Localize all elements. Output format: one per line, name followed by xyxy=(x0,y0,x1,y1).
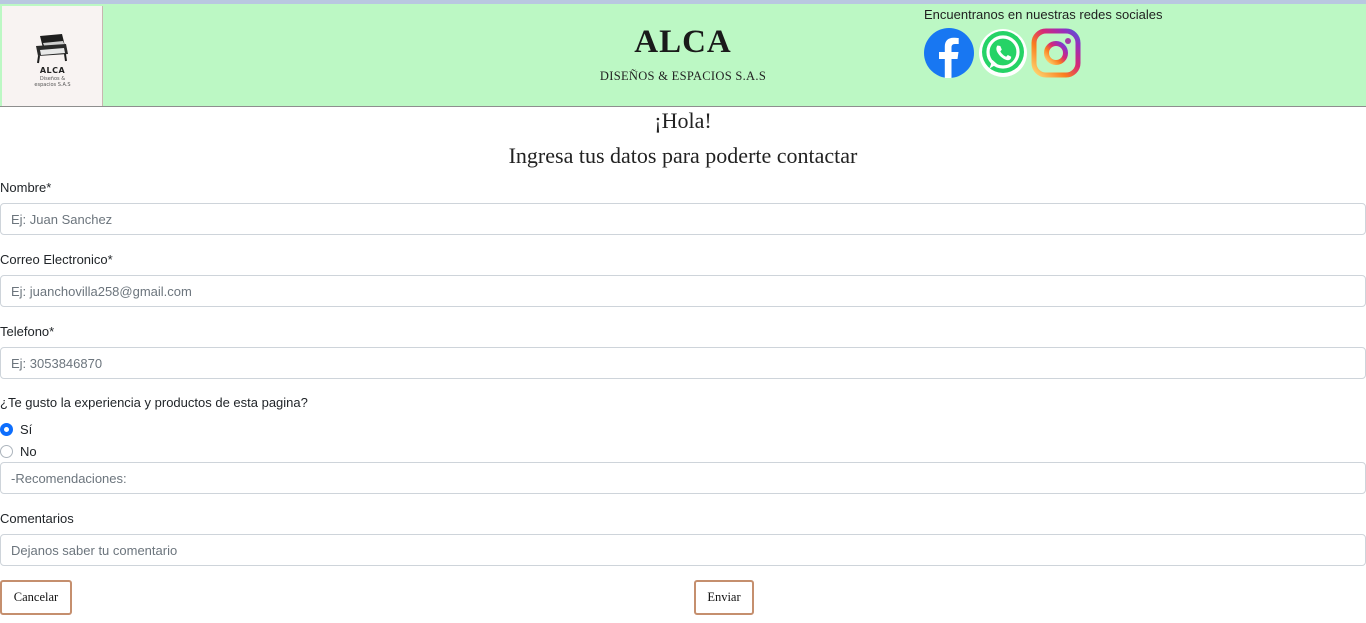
email-input[interactable] xyxy=(0,275,1366,307)
form-intro: Ingresa tus datos para poderte contactar xyxy=(508,143,858,168)
comments-label: Comentarios xyxy=(0,511,74,526)
facebook-icon[interactable] xyxy=(924,28,974,78)
brand-title: ALCA xyxy=(634,24,732,60)
instagram-icon[interactable] xyxy=(1031,28,1081,78)
experience-question: ¿Te gusto la experiencia y productos de … xyxy=(0,395,308,410)
armchair-icon xyxy=(36,34,68,64)
radio-yes[interactable] xyxy=(0,422,13,436)
phone-input[interactable] xyxy=(0,347,1366,379)
company-logo[interactable]: ALCA Diseños & espacios S.A.S xyxy=(2,6,103,106)
send-button[interactable]: Enviar xyxy=(694,580,754,615)
radio-option-yes[interactable]: Sí xyxy=(0,421,32,437)
recommendations-input[interactable] xyxy=(0,462,1366,494)
name-label: Nombre* xyxy=(0,180,52,195)
social-title: Encuentranos en nuestras redes sociales xyxy=(924,7,1163,22)
name-input[interactable] xyxy=(0,203,1366,235)
site-header: ALCA Diseños & espacios S.A.S ALCA DISEÑ… xyxy=(0,4,1366,107)
comments-input[interactable] xyxy=(0,534,1366,566)
brand-subtitle: DISEÑOS & ESPACIOS S.A.S xyxy=(599,69,767,83)
email-label: Correo Electronico* xyxy=(0,252,113,267)
phone-label: Telefono* xyxy=(0,324,55,339)
radio-option-no[interactable]: No xyxy=(0,443,37,459)
logo-subtitle: Diseños & espacios S.A.S xyxy=(34,76,71,88)
radio-no[interactable] xyxy=(0,444,13,458)
greeting: ¡Hola! xyxy=(654,108,712,133)
radio-no-label: No xyxy=(20,443,37,459)
radio-yes-label: Sí xyxy=(20,421,33,437)
logo-name: ALCA xyxy=(39,66,66,75)
cancel-button[interactable]: Cancelar xyxy=(0,580,72,615)
whatsapp-icon[interactable] xyxy=(978,28,1028,78)
